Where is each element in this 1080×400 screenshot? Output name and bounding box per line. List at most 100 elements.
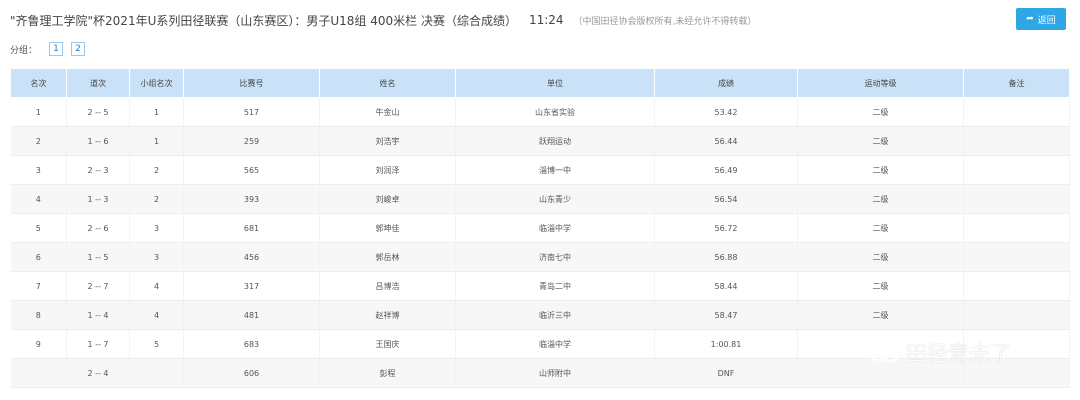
cell-lane: 2 -- 7 [66, 271, 130, 301]
column-header-result: 成绩 [654, 68, 798, 98]
share-arrow-icon: ➦ [1026, 14, 1034, 24]
cell-rank [10, 358, 67, 388]
cell-result: 58.47 [654, 300, 798, 330]
cell-group-rank: 2 [129, 184, 184, 214]
cell-lane: 2 -- 3 [66, 155, 130, 185]
cell-name: 王国庆 [319, 329, 456, 359]
cell-bib: 681 [183, 213, 320, 243]
cell-lane: 1 -- 3 [66, 184, 130, 214]
cell-note [963, 184, 1070, 214]
cell-group-rank: 2 [129, 155, 184, 185]
cell-group-rank: 5 [129, 329, 184, 359]
cell-note [963, 242, 1070, 272]
cell-unit: 淄博一中 [455, 155, 655, 185]
cell-bib: 683 [183, 329, 320, 359]
cell-rank: 5 [10, 213, 67, 243]
cell-name: 刘润泽 [319, 155, 456, 185]
event-time: 11:24 [528, 13, 564, 27]
cell-result: 58.44 [654, 271, 798, 301]
cell-note [963, 213, 1070, 243]
cell-group-rank: 3 [129, 242, 184, 272]
cell-level: 二级 [797, 184, 964, 214]
cell-bib: 456 [183, 242, 320, 272]
cell-group-rank: 1 [129, 97, 184, 127]
cell-rank: 6 [10, 242, 67, 272]
cell-lane: 1 -- 7 [66, 329, 130, 359]
cell-group-rank: 3 [129, 213, 184, 243]
column-header-level: 运动等级 [797, 68, 964, 98]
cell-bib: 481 [183, 300, 320, 330]
cell-group-rank: 4 [129, 300, 184, 330]
cell-group-rank [129, 358, 184, 388]
group-selector: 分组： 1 2 [10, 42, 93, 56]
cell-unit: 临沂三中 [455, 300, 655, 330]
cell-note [963, 271, 1070, 301]
cell-level: 二级 [797, 300, 964, 330]
cell-rank: 1 [10, 97, 67, 127]
wechat-icon [866, 342, 900, 364]
cell-unit: 山东青少 [455, 184, 655, 214]
cell-lane: 2 -- 4 [66, 358, 130, 388]
cell-lane: 1 -- 4 [66, 300, 130, 330]
table-row: 21 -- 6 1 259 刘浩宇 跃翔运动 56.44 二级 [10, 126, 1070, 156]
cell-rank: 9 [10, 329, 67, 359]
cell-unit: 济南七中 [455, 242, 655, 272]
cell-note [963, 97, 1070, 127]
cell-rank: 7 [10, 271, 67, 301]
cell-level: 二级 [797, 126, 964, 156]
table-row: 41 -- 3 2 393 刘峻卓 山东青少 56.54 二级 [10, 184, 1070, 214]
cell-note [963, 126, 1070, 156]
cell-name: 郭岳林 [319, 242, 456, 272]
cell-lane: 2 -- 5 [66, 97, 130, 127]
back-button-label: 返回 [1037, 15, 1056, 26]
copyright-notice: （中国田径协会版权所有,未经允许不得转载） [573, 16, 757, 27]
cell-unit: 跃翔运动 [455, 126, 655, 156]
page-header: "齐鲁理工学院"杯2021年U系列田径联赛（山东赛区）：男子U18组 400米栏… [10, 10, 756, 30]
cell-note [963, 155, 1070, 185]
cell-result: 56.72 [654, 213, 798, 243]
table-row: 52 -- 6 3 681 郭坤佳 临淄中学 56.72 二级 [10, 213, 1070, 243]
cell-name: 郭坤佳 [319, 213, 456, 243]
table-row: 72 -- 7 4 317 吕博浩 青岛二中 58.44 二级 [10, 271, 1070, 301]
cell-result: DNF [654, 358, 798, 388]
column-header-rank: 名次 [10, 68, 67, 98]
cell-group-rank: 4 [129, 271, 184, 301]
column-header-lane: 道次 [66, 68, 130, 98]
cell-bib: 317 [183, 271, 320, 301]
cell-result: 56.54 [654, 184, 798, 214]
cell-name: 刘浩宇 [319, 126, 456, 156]
cell-level: 二级 [797, 213, 964, 243]
cell-bib: 565 [183, 155, 320, 185]
cell-level: 二级 [797, 155, 964, 185]
column-header-bib: 比赛号 [183, 68, 320, 98]
cell-name: 吕博浩 [319, 271, 456, 301]
cell-rank: 8 [10, 300, 67, 330]
page-title: "齐鲁理工学院"杯2021年U系列田径联赛（山东赛区）：男子U18组 400米栏… [10, 13, 517, 28]
cell-bib: 517 [183, 97, 320, 127]
cell-level: 二级 [797, 242, 964, 272]
cell-name: 赵祥博 [319, 300, 456, 330]
watermark: 田径青未了 [866, 338, 1011, 368]
cell-unit: 临淄中学 [455, 329, 655, 359]
cell-note [963, 300, 1070, 330]
column-header-note: 备注 [963, 68, 1070, 98]
cell-lane: 1 -- 6 [66, 126, 130, 156]
cell-rank: 4 [10, 184, 67, 214]
cell-result: 1:00.81 [654, 329, 798, 359]
cell-result: 56.88 [654, 242, 798, 272]
cell-group-rank: 1 [129, 126, 184, 156]
group-label: 分组： [10, 45, 38, 56]
table-row: 81 -- 4 4 481 赵祥博 临沂三中 58.47 二级 [10, 300, 1070, 330]
table-header-row: 名次 道次 小组名次 比赛号 姓名 单位 成绩 运动等级 备注 [10, 68, 1070, 98]
cell-unit: 山东省实验 [455, 97, 655, 127]
group-button-2[interactable]: 2 [71, 42, 86, 56]
cell-level: 二级 [797, 97, 964, 127]
cell-name: 彭程 [319, 358, 456, 388]
cell-result: 56.49 [654, 155, 798, 185]
column-header-unit: 单位 [455, 68, 655, 98]
watermark-text: 田径青未了 [906, 342, 1011, 366]
cell-rank: 2 [10, 126, 67, 156]
cell-lane: 2 -- 6 [66, 213, 130, 243]
group-button-1[interactable]: 1 [49, 42, 64, 56]
back-button[interactable]: ➦ 返回 [1016, 8, 1066, 30]
